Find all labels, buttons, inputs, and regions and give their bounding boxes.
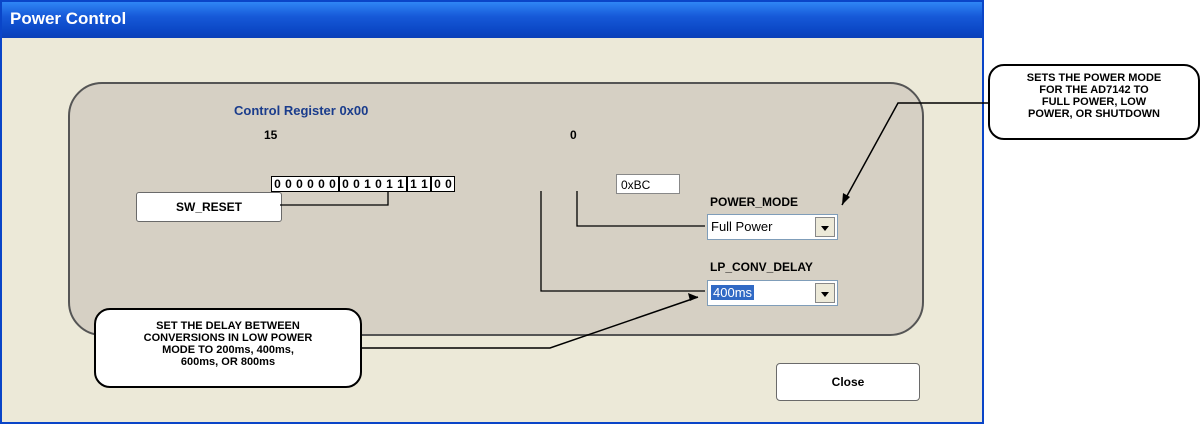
callout-line: SET THE DELAY BETWEEN bbox=[156, 320, 300, 332]
sw-reset-connector bbox=[280, 191, 389, 206]
delay-callout: SET THE DELAY BETWEEN CONVERSIONS IN LOW … bbox=[94, 308, 362, 388]
callout-line: FULL POWER, LOW bbox=[1041, 96, 1147, 108]
lp-conv-delay-connector bbox=[540, 191, 705, 292]
callout-line: MODE TO 200ms, 400ms, bbox=[162, 344, 294, 356]
arrowhead-icon bbox=[842, 193, 850, 205]
callout-line: POWER, OR SHUTDOWN bbox=[1028, 108, 1160, 120]
power-mode-leader bbox=[841, 102, 990, 206]
power-mode-connector bbox=[576, 191, 705, 227]
power-mode-callout: SETS THE POWER MODE FOR THE AD7142 TO FULL… bbox=[988, 64, 1200, 140]
callout-line: FOR THE AD7142 TO bbox=[1039, 84, 1149, 96]
delay-leader bbox=[360, 296, 699, 349]
callout-line: CONVERSIONS IN LOW POWER bbox=[143, 332, 313, 344]
callout-line: 600ms, OR 800ms bbox=[180, 356, 276, 368]
callout-line: SETS THE POWER MODE bbox=[1026, 72, 1162, 84]
